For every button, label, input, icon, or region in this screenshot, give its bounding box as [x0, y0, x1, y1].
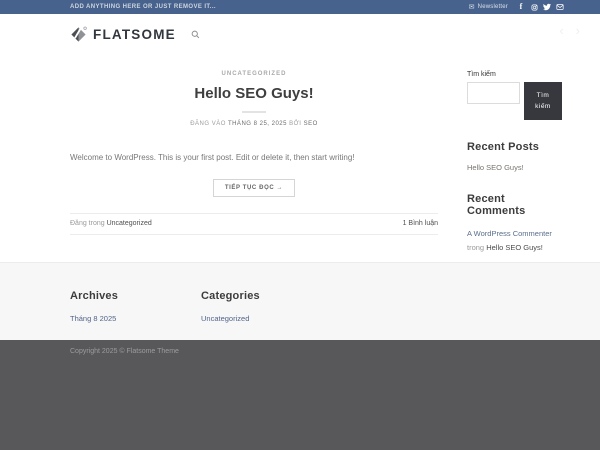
- topbar-right: ✉ Newsletter f: [469, 3, 564, 11]
- blog-post: UNCATEGORIZED Hello SEO Guys! ĐĂNG VÀO T…: [70, 55, 438, 262]
- top-bar: ADD ANYTHING HERE OR JUST REMOVE IT... ✉…: [0, 0, 600, 14]
- sidebar: Tìm kiếm Tìm kiếm Recent Posts Hello SEO…: [467, 55, 564, 262]
- sidebar-search-button[interactable]: Tìm kiếm: [524, 82, 562, 120]
- twitter-icon[interactable]: [543, 3, 551, 11]
- topbar-message: ADD ANYTHING HERE OR JUST REMOVE IT...: [70, 4, 216, 10]
- post-footer-meta: Đăng trong Uncategorized 1 Bình luận: [70, 212, 438, 235]
- post-title[interactable]: Hello SEO Guys!: [70, 84, 438, 104]
- absolute-footer: Copyright 2025 © Flatsome Theme: [0, 340, 600, 450]
- sidebar-search-form: Tìm kiếm: [467, 82, 564, 120]
- categories-link[interactable]: Uncategorized: [201, 314, 332, 323]
- recent-comments-title: Recent Comments: [467, 193, 526, 217]
- archives-link[interactable]: Tháng 8 2025: [70, 314, 201, 323]
- site-header: FLATSOME ‹ ›: [0, 14, 600, 55]
- email-icon[interactable]: [556, 3, 564, 11]
- search-icon[interactable]: [191, 30, 200, 39]
- posted-in-label: Đăng trong: [70, 219, 105, 227]
- site-logo[interactable]: FLATSOME: [70, 26, 176, 43]
- meta-date: THÁNG 8 25, 2025: [227, 120, 287, 127]
- categories-title: Categories: [201, 290, 260, 302]
- main-content: UNCATEGORIZED Hello SEO Guys! ĐĂNG VÀO T…: [0, 55, 600, 262]
- comment-post-link[interactable]: Hello SEO Guys!: [486, 243, 543, 252]
- social-icons: f: [517, 3, 564, 11]
- comment-author-link[interactable]: A WordPress Commenter: [467, 229, 552, 238]
- post-header: UNCATEGORIZED Hello SEO Guys! ĐĂNG VÀO T…: [70, 55, 438, 127]
- prev-arrow-icon[interactable]: ‹: [559, 24, 563, 37]
- comment-in-label: trong: [467, 242, 485, 252]
- post-category-link[interactable]: UNCATEGORIZED: [222, 71, 287, 77]
- envelope-icon: ✉: [468, 3, 475, 11]
- title-divider: [242, 110, 266, 113]
- copyright-text: Copyright 2025 © Flatsome Theme: [70, 348, 179, 355]
- sidebar-search-label: Tìm kiếm: [467, 71, 496, 78]
- read-more-row: TIẾP TỤC ĐỌC →: [70, 176, 438, 197]
- read-more-button[interactable]: TIẾP TỤC ĐỌC →: [212, 178, 296, 197]
- post-excerpt: Welcome to WordPress. This is your first…: [70, 152, 355, 162]
- facebook-icon[interactable]: f: [517, 3, 525, 11]
- next-arrow-icon[interactable]: ›: [576, 24, 580, 37]
- posted-in-category-link[interactable]: Uncategorized: [107, 220, 152, 227]
- footer-widgets: Archives Tháng 8 2025 Categories Uncateg…: [0, 262, 600, 340]
- flatsome-logo-icon: [71, 26, 87, 42]
- meta-by: BỞI: [289, 120, 302, 127]
- posted-in: Đăng trong Uncategorized: [70, 220, 152, 227]
- header-arrows: ‹ ›: [559, 24, 580, 37]
- meta-prefix: ĐĂNG VÀO: [190, 120, 226, 127]
- comments-count-link[interactable]: 1 Bình luận: [403, 220, 438, 227]
- footer-archives-widget: Archives Tháng 8 2025: [70, 290, 201, 340]
- archives-title: Archives: [70, 290, 119, 302]
- meta-author-link[interactable]: SEO: [304, 121, 318, 127]
- post-meta: ĐĂNG VÀO THÁNG 8 25, 2025 BỞI SEO: [70, 121, 438, 127]
- recent-comment-item: A WordPress Commenter trong Hello SEO Gu…: [467, 227, 564, 255]
- sidebar-search-input[interactable]: [467, 82, 520, 104]
- footer-categories-widget: Categories Uncategorized: [201, 290, 332, 340]
- logo-text: FLATSOME: [93, 27, 176, 42]
- newsletter-link[interactable]: ✉ Newsletter: [469, 4, 508, 11]
- instagram-icon[interactable]: [530, 3, 538, 11]
- newsletter-label: Newsletter: [477, 4, 508, 10]
- recent-posts-title: Recent Posts: [467, 141, 540, 153]
- recent-post-link[interactable]: Hello SEO Guys!: [467, 163, 564, 172]
